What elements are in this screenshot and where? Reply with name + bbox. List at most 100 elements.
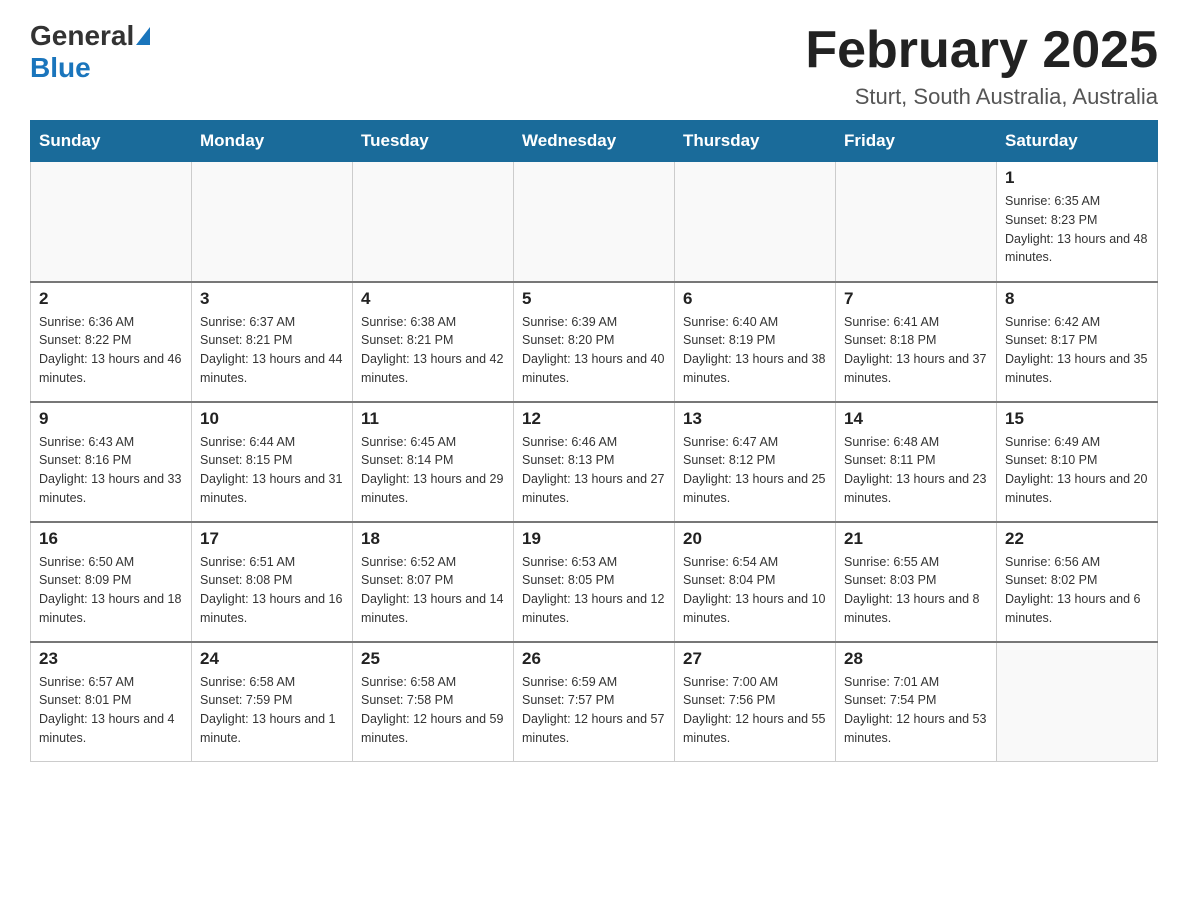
calendar-cell	[31, 162, 192, 282]
page-header: General Blue February 2025 Sturt, South …	[30, 20, 1158, 110]
day-info: Sunrise: 6:40 AMSunset: 8:19 PMDaylight:…	[683, 313, 827, 388]
day-number: 5	[522, 289, 666, 309]
calendar-cell: 13 Sunrise: 6:47 AMSunset: 8:12 PMDayligh…	[675, 402, 836, 522]
calendar-week-row: 2 Sunrise: 6:36 AMSunset: 8:22 PMDaylight…	[31, 282, 1158, 402]
day-info: Sunrise: 6:57 AMSunset: 8:01 PMDaylight:…	[39, 673, 183, 748]
calendar-week-row: 1Sunrise: 6:35 AMSunset: 8:23 PMDaylight…	[31, 162, 1158, 282]
day-info: Sunrise: 7:00 AMSunset: 7:56 PMDaylight:…	[683, 673, 827, 748]
day-info: Sunrise: 6:42 AMSunset: 8:17 PMDaylight:…	[1005, 313, 1149, 388]
calendar-cell: 22 Sunrise: 6:56 AMSunset: 8:02 PMDayligh…	[997, 522, 1158, 642]
day-info: Sunrise: 6:38 AMSunset: 8:21 PMDaylight:…	[361, 313, 505, 388]
calendar-cell: 21 Sunrise: 6:55 AMSunset: 8:03 PMDayligh…	[836, 522, 997, 642]
calendar-header: SundayMondayTuesdayWednesdayThursdayFrid…	[31, 121, 1158, 162]
calendar-week-row: 23 Sunrise: 6:57 AMSunset: 8:01 PMDayligh…	[31, 642, 1158, 762]
weekday-header-wednesday: Wednesday	[514, 121, 675, 162]
weekday-header-monday: Monday	[192, 121, 353, 162]
day-number: 10	[200, 409, 344, 429]
day-number: 17	[200, 529, 344, 549]
day-info: Sunrise: 6:50 AMSunset: 8:09 PMDaylight:…	[39, 553, 183, 628]
day-number: 1	[1005, 168, 1149, 188]
day-number: 27	[683, 649, 827, 669]
calendar-cell: 6 Sunrise: 6:40 AMSunset: 8:19 PMDaylight…	[675, 282, 836, 402]
day-info: Sunrise: 6:44 AMSunset: 8:15 PMDaylight:…	[200, 433, 344, 508]
calendar-cell: 11 Sunrise: 6:45 AMSunset: 8:14 PMDayligh…	[353, 402, 514, 522]
calendar-cell	[836, 162, 997, 282]
day-info: Sunrise: 6:55 AMSunset: 8:03 PMDaylight:…	[844, 553, 988, 628]
calendar-cell: 19 Sunrise: 6:53 AMSunset: 8:05 PMDayligh…	[514, 522, 675, 642]
calendar-cell: 25 Sunrise: 6:58 AMSunset: 7:58 PMDayligh…	[353, 642, 514, 762]
calendar-cell: 14Sunrise: 6:48 AMSunset: 8:11 PMDayligh…	[836, 402, 997, 522]
calendar-cell: 26 Sunrise: 6:59 AMSunset: 7:57 PMDayligh…	[514, 642, 675, 762]
day-number: 2	[39, 289, 183, 309]
weekday-header-thursday: Thursday	[675, 121, 836, 162]
day-info: Sunrise: 6:36 AMSunset: 8:22 PMDaylight:…	[39, 313, 183, 388]
calendar-cell: 24 Sunrise: 6:58 AMSunset: 7:59 PMDayligh…	[192, 642, 353, 762]
calendar-table: SundayMondayTuesdayWednesdayThursdayFrid…	[30, 120, 1158, 762]
calendar-cell	[514, 162, 675, 282]
day-number: 6	[683, 289, 827, 309]
day-info: Sunrise: 6:39 AMSunset: 8:20 PMDaylight:…	[522, 313, 666, 388]
day-number: 20	[683, 529, 827, 549]
day-info: Sunrise: 6:51 AMSunset: 8:08 PMDaylight:…	[200, 553, 344, 628]
day-info: Sunrise: 6:46 AMSunset: 8:13 PMDaylight:…	[522, 433, 666, 508]
calendar-cell: 27 Sunrise: 7:00 AMSunset: 7:56 PMDayligh…	[675, 642, 836, 762]
calendar-week-row: 16Sunrise: 6:50 AMSunset: 8:09 PMDayligh…	[31, 522, 1158, 642]
day-number: 8	[1005, 289, 1149, 309]
day-info: Sunrise: 7:01 AMSunset: 7:54 PMDaylight:…	[844, 673, 988, 748]
logo-blue-text: Blue	[30, 52, 91, 83]
day-number: 25	[361, 649, 505, 669]
day-info: Sunrise: 6:54 AMSunset: 8:04 PMDaylight:…	[683, 553, 827, 628]
calendar-week-row: 9 Sunrise: 6:43 AMSunset: 8:16 PMDaylight…	[31, 402, 1158, 522]
day-number: 13	[683, 409, 827, 429]
day-info: Sunrise: 6:49 AMSunset: 8:10 PMDaylight:…	[1005, 433, 1149, 508]
calendar-cell	[675, 162, 836, 282]
day-info: Sunrise: 6:58 AMSunset: 7:58 PMDaylight:…	[361, 673, 505, 748]
day-number: 21	[844, 529, 988, 549]
logo-general-text: General	[30, 20, 134, 52]
day-info: Sunrise: 6:58 AMSunset: 7:59 PMDaylight:…	[200, 673, 344, 748]
logo: General Blue	[30, 20, 152, 84]
day-number: 12	[522, 409, 666, 429]
day-number: 24	[200, 649, 344, 669]
logo-triangle-icon	[136, 27, 150, 45]
calendar-cell: 16Sunrise: 6:50 AMSunset: 8:09 PMDayligh…	[31, 522, 192, 642]
day-info: Sunrise: 6:56 AMSunset: 8:02 PMDaylight:…	[1005, 553, 1149, 628]
calendar-cell: 3 Sunrise: 6:37 AMSunset: 8:21 PMDaylight…	[192, 282, 353, 402]
day-number: 22	[1005, 529, 1149, 549]
day-number: 11	[361, 409, 505, 429]
calendar-body: 1Sunrise: 6:35 AMSunset: 8:23 PMDaylight…	[31, 162, 1158, 762]
calendar-cell: 9 Sunrise: 6:43 AMSunset: 8:16 PMDaylight…	[31, 402, 192, 522]
weekday-header-row: SundayMondayTuesdayWednesdayThursdayFrid…	[31, 121, 1158, 162]
day-info: Sunrise: 6:45 AMSunset: 8:14 PMDaylight:…	[361, 433, 505, 508]
day-number: 28	[844, 649, 988, 669]
calendar-cell	[997, 642, 1158, 762]
day-info: Sunrise: 6:48 AMSunset: 8:11 PMDaylight:…	[844, 433, 988, 508]
day-info: Sunrise: 6:37 AMSunset: 8:21 PMDaylight:…	[200, 313, 344, 388]
calendar-cell: 20 Sunrise: 6:54 AMSunset: 8:04 PMDayligh…	[675, 522, 836, 642]
weekday-header-saturday: Saturday	[997, 121, 1158, 162]
day-number: 19	[522, 529, 666, 549]
day-number: 7	[844, 289, 988, 309]
calendar-cell: 1Sunrise: 6:35 AMSunset: 8:23 PMDaylight…	[997, 162, 1158, 282]
day-info: Sunrise: 6:53 AMSunset: 8:05 PMDaylight:…	[522, 553, 666, 628]
day-number: 15	[1005, 409, 1149, 429]
calendar-cell: 15 Sunrise: 6:49 AMSunset: 8:10 PMDayligh…	[997, 402, 1158, 522]
day-number: 9	[39, 409, 183, 429]
day-number: 4	[361, 289, 505, 309]
day-info: Sunrise: 6:52 AMSunset: 8:07 PMDaylight:…	[361, 553, 505, 628]
day-info: Sunrise: 6:59 AMSunset: 7:57 PMDaylight:…	[522, 673, 666, 748]
calendar-cell: 5 Sunrise: 6:39 AMSunset: 8:20 PMDaylight…	[514, 282, 675, 402]
weekday-header-tuesday: Tuesday	[353, 121, 514, 162]
day-info: Sunrise: 6:47 AMSunset: 8:12 PMDaylight:…	[683, 433, 827, 508]
calendar-cell: 18Sunrise: 6:52 AMSunset: 8:07 PMDayligh…	[353, 522, 514, 642]
calendar-cell: 12 Sunrise: 6:46 AMSunset: 8:13 PMDayligh…	[514, 402, 675, 522]
day-number: 26	[522, 649, 666, 669]
calendar-cell: 7Sunrise: 6:41 AMSunset: 8:18 PMDaylight…	[836, 282, 997, 402]
calendar-cell: 17 Sunrise: 6:51 AMSunset: 8:08 PMDayligh…	[192, 522, 353, 642]
weekday-header-friday: Friday	[836, 121, 997, 162]
day-info: Sunrise: 6:43 AMSunset: 8:16 PMDaylight:…	[39, 433, 183, 508]
calendar-cell	[353, 162, 514, 282]
day-number: 3	[200, 289, 344, 309]
day-number: 23	[39, 649, 183, 669]
weekday-header-sunday: Sunday	[31, 121, 192, 162]
